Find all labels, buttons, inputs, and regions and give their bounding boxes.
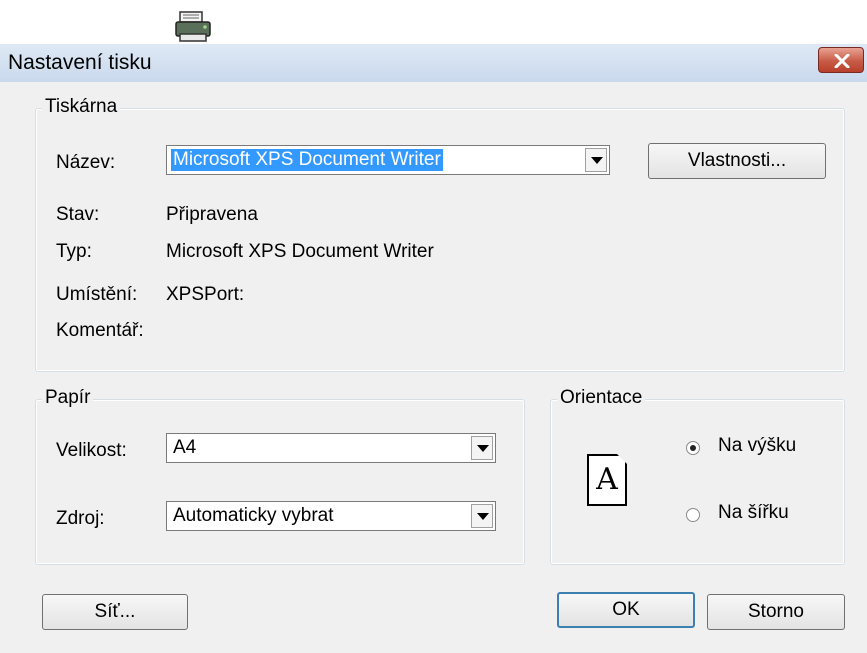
- type-label: Typ:: [56, 241, 92, 262]
- ok-button[interactable]: OK: [557, 592, 695, 628]
- landscape-label[interactable]: Na šířku: [718, 502, 789, 524]
- orientation-group-legend: Orientace: [557, 387, 646, 409]
- printer-icon: [174, 10, 214, 44]
- cancel-button[interactable]: Storno: [707, 594, 845, 630]
- comment-label: Komentář:: [56, 320, 144, 341]
- dialog-title: Nastavení tisku: [8, 51, 152, 74]
- location-label: Umístění:: [56, 284, 138, 305]
- paper-group-legend: Papír: [42, 387, 94, 409]
- landscape-radio[interactable]: [686, 508, 700, 522]
- paper-source-value: Automaticky vybrat: [173, 505, 334, 526]
- page-portrait-icon: A: [587, 454, 627, 506]
- paper-source-dropdown[interactable]: Automaticky vybrat: [166, 501, 496, 531]
- print-setup-dialog: Nastavení tisku Tiskárna Název: Microsof…: [0, 44, 867, 653]
- type-value: Microsoft XPS Document Writer: [166, 241, 434, 262]
- close-button[interactable]: [818, 47, 864, 73]
- close-icon: [834, 54, 850, 68]
- chevron-down-icon[interactable]: [471, 504, 493, 528]
- portrait-radio[interactable]: [686, 441, 700, 455]
- paper-size-label: Velikost:: [56, 440, 127, 461]
- location-value: XPSPort:: [166, 284, 245, 305]
- printer-group-legend: Tiskárna: [42, 96, 121, 118]
- status-value: Připravena: [166, 204, 258, 225]
- status-label: Stav:: [56, 204, 100, 225]
- printer-name-label: Název:: [56, 152, 116, 173]
- printer-name-value: Microsoft XPS Document Writer: [171, 149, 443, 171]
- properties-button[interactable]: Vlastnosti...: [648, 143, 826, 179]
- portrait-label[interactable]: Na výšku: [718, 435, 796, 457]
- printer-name-dropdown[interactable]: Microsoft XPS Document Writer: [166, 145, 610, 175]
- chevron-down-icon[interactable]: [471, 436, 493, 460]
- paper-group: Papír: [35, 387, 525, 565]
- title-bar: Nastavení tisku: [0, 44, 867, 82]
- paper-size-dropdown[interactable]: A4: [166, 433, 496, 463]
- chevron-down-icon[interactable]: [585, 148, 607, 172]
- paper-source-label: Zdroj:: [56, 508, 105, 529]
- paper-size-value: A4: [173, 437, 197, 458]
- network-button[interactable]: Síť...: [42, 594, 188, 630]
